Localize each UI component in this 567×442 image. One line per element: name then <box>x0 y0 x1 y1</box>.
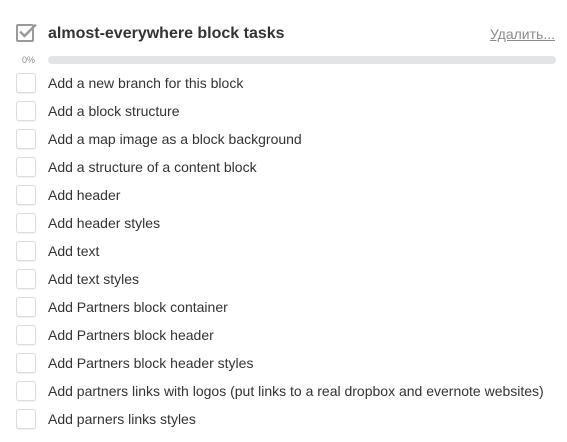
checklist-item-checkbox[interactable] <box>16 297 36 317</box>
checklist-item-label[interactable]: Add Partners block container <box>48 299 228 315</box>
checklist-items: Add a new branch for this block Add a blo… <box>0 70 567 434</box>
checklist-progress: 0% <box>0 52 567 68</box>
checklist-item-label[interactable]: Add text styles <box>48 271 139 287</box>
checklist-item-label[interactable]: Add a new branch for this block <box>48 75 243 91</box>
checklist-item[interactable]: Add partners links with logos (put links… <box>0 378 567 406</box>
checklist-item-label[interactable]: Add Partners block header styles <box>48 355 253 371</box>
checklist-item-label[interactable]: Add partners links with logos (put links… <box>48 383 544 399</box>
checklist-item-checkbox[interactable] <box>16 157 36 177</box>
checklist-item-checkbox[interactable] <box>16 269 36 289</box>
delete-checklist-link[interactable]: Удалить... <box>490 26 555 42</box>
progress-percentage: 0% <box>22 55 36 65</box>
checklist-item[interactable]: Add Partners block header styles <box>0 350 567 378</box>
checklist: almost-everywhere block tasks Удалить...… <box>0 0 567 442</box>
checklist-item-checkbox[interactable] <box>16 101 36 121</box>
checklist-item[interactable]: Add header styles <box>0 210 567 238</box>
checklist-item-label[interactable]: Add parners links styles <box>48 411 196 427</box>
checklist-item-label[interactable]: Add a block structure <box>48 103 180 119</box>
checklist-item-label[interactable]: Add header <box>48 187 120 203</box>
checklist-item[interactable]: Add header <box>0 182 567 210</box>
progress-bar <box>48 56 556 64</box>
checklist-item-checkbox[interactable] <box>16 409 36 429</box>
checklist-item-label[interactable]: Add a structure of a content block <box>48 159 257 175</box>
checklist-item[interactable]: Add a block structure <box>0 98 567 126</box>
checklist-item[interactable]: Add text <box>0 238 567 266</box>
checklist-item[interactable]: Add a structure of a content block <box>0 154 567 182</box>
checklist-item[interactable]: Add parners links styles <box>0 406 567 434</box>
checklist-item-label[interactable]: Add Partners block header <box>48 327 214 343</box>
checklist-item[interactable]: Add text styles <box>0 266 567 294</box>
checklist-item-checkbox[interactable] <box>16 213 36 233</box>
checklist-item-checkbox[interactable] <box>16 381 36 401</box>
checklist-item-checkbox[interactable] <box>16 73 36 93</box>
checklist-item[interactable]: Add Partners block container <box>0 294 567 322</box>
checklist-item-label[interactable]: Add header styles <box>48 215 160 231</box>
checklist-item-checkbox[interactable] <box>16 185 36 205</box>
checklist-item[interactable]: Add a map image as a block background <box>0 126 567 154</box>
checklist-item-label[interactable]: Add text <box>48 243 99 259</box>
checklist-item[interactable]: Add a new branch for this block <box>0 70 567 98</box>
checklist-item-label[interactable]: Add a map image as a block background <box>48 131 302 147</box>
checkbox-checked-icon <box>15 22 37 44</box>
checklist-title[interactable]: almost-everywhere block tasks <box>48 24 285 44</box>
checklist-item-checkbox[interactable] <box>16 353 36 373</box>
checklist-item-checkbox[interactable] <box>16 241 36 261</box>
checklist-header: almost-everywhere block tasks Удалить... <box>0 14 567 54</box>
checklist-item-checkbox[interactable] <box>16 129 36 149</box>
checklist-item-checkbox[interactable] <box>16 325 36 345</box>
checklist-item[interactable]: Add Partners block header <box>0 322 567 350</box>
